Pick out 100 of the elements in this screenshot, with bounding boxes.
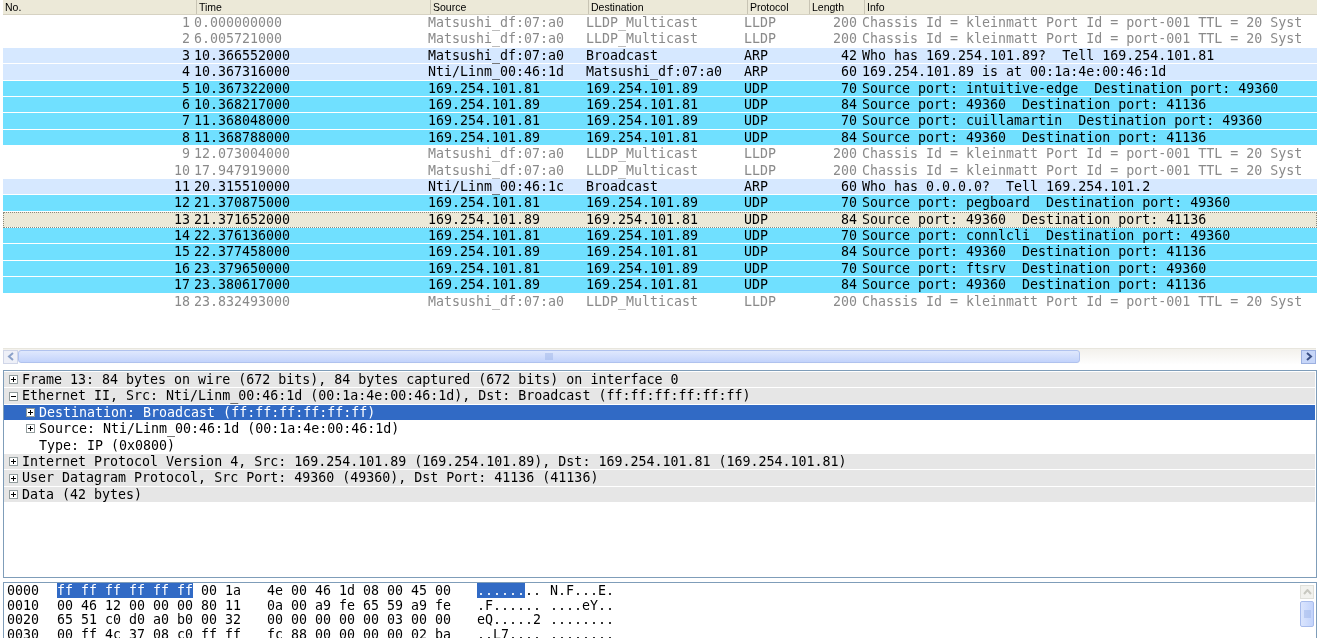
hex-bytes: 00 00 00 00 00 03 00 00 bbox=[267, 612, 452, 627]
scrollbar-thumb[interactable] bbox=[1300, 601, 1314, 627]
scroll-right-button[interactable] bbox=[1301, 349, 1316, 364]
table-cell-text: 169.254.101.81 bbox=[585, 244, 700, 260]
table-cell-text: 17 bbox=[173, 277, 191, 293]
expand-icon[interactable] bbox=[8, 489, 18, 499]
table-cell-text: 18 bbox=[173, 293, 191, 310]
table-cell-text: 169.254.101.89 bbox=[585, 80, 700, 96]
table-cell-text: Source port: pegboard Destination port: 49360 bbox=[861, 195, 1232, 211]
table-cell-text: LLDP_Multicast bbox=[585, 15, 700, 31]
grip-icon bbox=[1303, 610, 1311, 618]
table-cell-text: 60 bbox=[840, 64, 857, 80]
table-cell-text: Source port: 49360 Destination port: 41136 bbox=[861, 96, 1208, 113]
table-cell-text: 23.379650000 bbox=[193, 260, 292, 277]
expand-icon[interactable] bbox=[25, 407, 35, 417]
hex-bytes: 00 1a bbox=[201, 583, 242, 598]
table-cell-text: 14 bbox=[173, 228, 191, 244]
table-cell-text: ARP bbox=[744, 47, 770, 64]
table-cell-text: 17.947919000 bbox=[193, 162, 292, 178]
ascii-text: ..L7.... bbox=[477, 626, 542, 638]
table-cell-text: Source port: 49360 Destination port: 41136 bbox=[861, 277, 1208, 293]
table-cell-text: 84 bbox=[840, 244, 857, 260]
table-cell-text: 169.254.101.81 bbox=[427, 260, 542, 277]
table-cell-text: Source port: 49360 Destination port: 41136 bbox=[861, 129, 1208, 146]
table-cell-text: 1 bbox=[181, 15, 191, 31]
table-cell-text: Matsushi_df:07:a0 bbox=[585, 64, 724, 80]
table-cell-text: UDP bbox=[744, 113, 770, 129]
table-cell-text: Chassis Id = kleinmatt Port Id = port-001 TTL = 20 Syst bbox=[861, 146, 1304, 162]
table-cell-text: LLDP_Multicast bbox=[585, 162, 700, 178]
table-cell-text: 60 bbox=[840, 178, 857, 195]
table-cell-text: 84 bbox=[840, 96, 857, 113]
table-cell-text: Nti/Linm_00:46:1d bbox=[427, 64, 566, 80]
column-header[interactable]: Info bbox=[864, 0, 1317, 14]
table-cell-text: Who has 0.0.0.0? Tell 169.254.101.2 bbox=[861, 178, 1152, 195]
table-cell-text: UDP bbox=[744, 244, 770, 260]
table-cell-text: 10.366552000 bbox=[193, 47, 292, 64]
expand-icon[interactable] bbox=[25, 424, 35, 434]
expand-icon[interactable] bbox=[8, 375, 18, 385]
table-cell-text: Source port: intuitive-edge Destination port: 49360 bbox=[861, 80, 1280, 96]
expand-icon[interactable] bbox=[8, 457, 18, 467]
table-cell-text: 200 bbox=[831, 293, 857, 310]
table-cell-text: UDP bbox=[744, 260, 770, 277]
packet-row[interactable]: 4 10.367316000 Nti/Linm_00:46:1d Matsushi_df:07:a0 ARP 60 169.254.101.89 is at 00:1a:4e:00:46:1d bbox=[3, 64, 1317, 81]
table-cell-text: 21.370875000 bbox=[193, 195, 292, 211]
table-cell-text: 9 bbox=[181, 146, 191, 162]
table-cell-text: 169.254.101.81 bbox=[585, 96, 700, 113]
column-header[interactable]: Length bbox=[809, 0, 864, 14]
table-cell-text: 70 bbox=[840, 113, 857, 129]
table-cell-text: 200 bbox=[831, 162, 857, 178]
table-cell-text: 15 bbox=[173, 244, 191, 260]
table-cell-text: Chassis Id = kleinmatt Port Id = port-001 TTL = 20 Syst bbox=[861, 15, 1304, 31]
table-cell-text: 10.368217000 bbox=[193, 96, 292, 113]
table-cell-text: 70 bbox=[840, 228, 857, 244]
packet-row[interactable]: 15 22.377458000 169.254.101.89 169.254.101.81 UDP 84 Source port: 49360 Destination port: 41136 bbox=[3, 244, 1317, 261]
hex-offset: 0010 bbox=[7, 598, 41, 613]
tree-item[interactable]: Source: Nti/Linm_00:46:1d (00:1a:4e:00:46:1d) bbox=[39, 421, 400, 437]
column-header[interactable]: No. bbox=[3, 0, 196, 14]
table-cell-text: 169.254.101.81 bbox=[427, 113, 542, 129]
table-cell-text: LLDP bbox=[744, 162, 778, 178]
table-cell-text: 84 bbox=[840, 211, 857, 228]
table-cell-text: 22.377458000 bbox=[193, 244, 292, 260]
table-cell-text: LLDP bbox=[744, 31, 778, 47]
column-header[interactable]: Protocol bbox=[747, 0, 809, 14]
horizontal-scrollbar[interactable] bbox=[3, 348, 1316, 364]
collapse-icon[interactable] bbox=[8, 391, 18, 401]
packet-row[interactable]: 17 23.380617000 169.254.101.89 169.254.101.81 UDP 84 Source port: 49360 Destination port: 41136 bbox=[3, 277, 1317, 294]
table-cell-text: 200 bbox=[831, 15, 857, 31]
column-header[interactable]: Time bbox=[196, 0, 430, 14]
table-cell-text: Source port: 49360 Destination port: 41136 bbox=[861, 211, 1208, 228]
table-cell-text: 23.380617000 bbox=[193, 277, 292, 293]
table-cell-text: Chassis Id = kleinmatt Port Id = port-001 TTL = 20 Syst bbox=[861, 162, 1304, 178]
packet-row[interactable]: 14 22.376136000 169.254.101.81 169.254.101.89 UDP 70 Source port: connlcli Destination port: 49360 bbox=[3, 228, 1317, 245]
table-cell-text: 169.254.101.89 bbox=[427, 129, 542, 146]
table-cell-text: 2 bbox=[181, 31, 191, 47]
hex-bytes: 65 51 c0 d0 a0 b0 00 32 bbox=[57, 612, 242, 627]
table-cell-text: 10.367322000 bbox=[193, 80, 292, 96]
tree-item[interactable]: Type: IP (0x0800) bbox=[39, 437, 176, 453]
expand-icon[interactable] bbox=[8, 473, 18, 483]
hex-bytes: 00 ff 4c 37 08 c0 ff ff bbox=[57, 626, 242, 638]
table-cell-text: 12 bbox=[173, 195, 191, 211]
hex-bytes: ff ff ff ff ff ff bbox=[57, 583, 194, 598]
table-cell-text: Matsushi_df:07:a0 bbox=[427, 47, 566, 64]
tree-item[interactable]: Data (42 bytes) bbox=[22, 486, 143, 503]
table-cell-text: 169.254.101.89 bbox=[427, 96, 542, 113]
packet-row[interactable]: 12 21.370875000 169.254.101.81 169.254.101.89 UDP 70 Source port: pegboard Destination port: 49360 bbox=[3, 195, 1317, 212]
table-cell-text: 8 bbox=[181, 129, 191, 146]
column-header[interactable]: Source bbox=[430, 0, 588, 14]
hex-bytes: 4e 00 46 1d 08 00 45 00 bbox=[267, 583, 452, 598]
chevron-left-icon bbox=[6, 352, 15, 361]
scrollbar-thumb[interactable] bbox=[18, 350, 1080, 363]
table-cell-text: 23.832493000 bbox=[193, 293, 292, 310]
table-cell-text: 7 bbox=[181, 113, 191, 129]
table-cell-text: 169.254.101.89 is at 00:1a:4e:00:46:1d bbox=[861, 64, 1168, 80]
table-cell-text: 84 bbox=[840, 277, 857, 293]
packet-row[interactable]: 7 11.368048000 169.254.101.81 169.254.101.89 UDP 70 Source port: cuillamartin Destination port: 49360 bbox=[3, 113, 1317, 130]
column-header[interactable]: Destination bbox=[588, 0, 747, 14]
table-cell-text: 4 bbox=[181, 64, 191, 80]
table-cell-text: 169.254.101.81 bbox=[427, 228, 542, 244]
table-cell-text: UDP bbox=[744, 96, 770, 113]
table-cell-text: Source port: 49360 Destination port: 41136 bbox=[861, 244, 1208, 260]
